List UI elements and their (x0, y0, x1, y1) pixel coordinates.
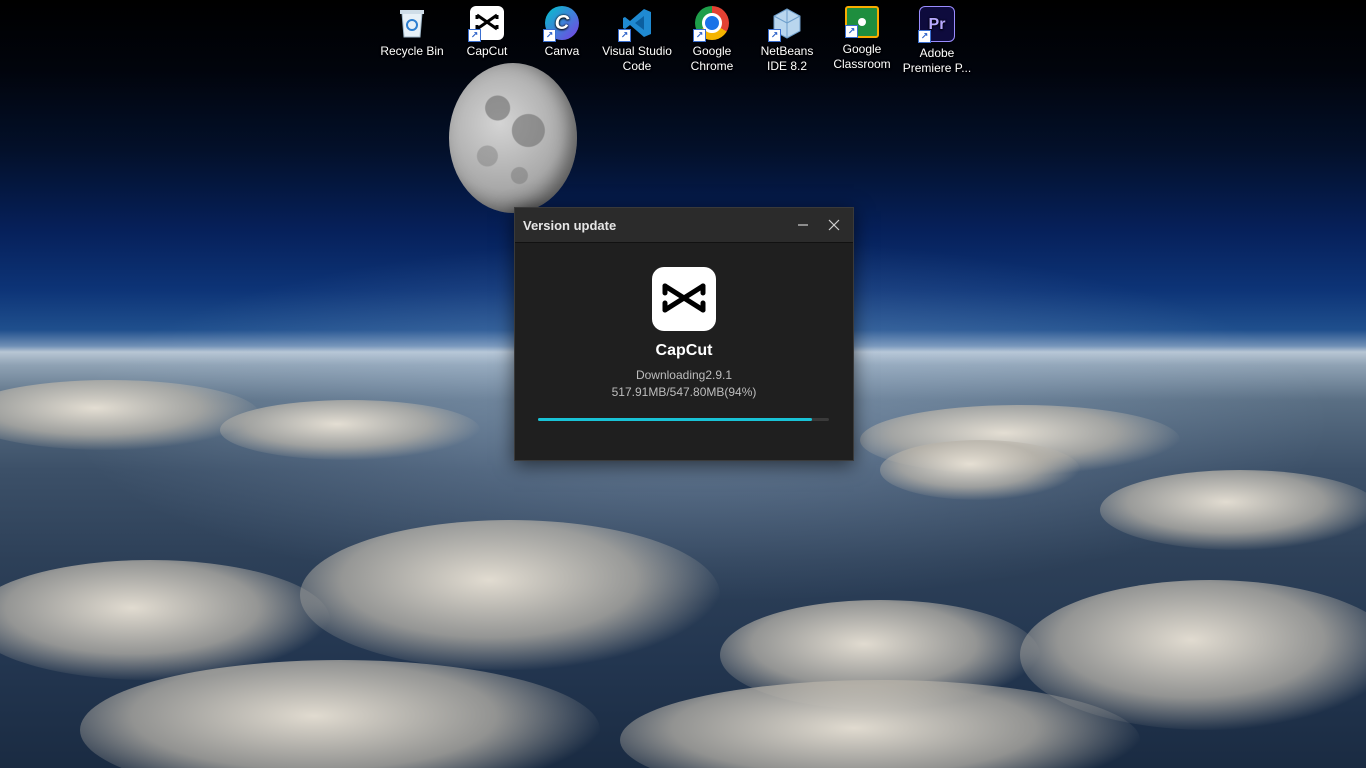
cloud (0, 380, 260, 450)
desktop-icon-google-chrome[interactable]: ↗ Google Chrome (674, 4, 750, 74)
desktop-icon-label: NetBeans IDE 8.2 (760, 44, 814, 73)
premiere-pro-icon: Pr ↗ (918, 6, 955, 43)
vscode-icon: ↗ (618, 6, 654, 42)
desktop-icon-label: Google Classroom (833, 42, 891, 71)
cloud (300, 520, 720, 670)
cloud (860, 405, 1180, 475)
shortcut-arrow-icon: ↗ (768, 29, 781, 42)
cloud (220, 400, 480, 460)
shortcut-arrow-icon: ↗ (693, 29, 706, 42)
minimize-icon (798, 224, 808, 226)
capcut-icon: ↗ (468, 6, 504, 42)
canva-icon: C ↗ (543, 6, 579, 42)
recycle-bin-icon (395, 6, 429, 40)
desktop-icon-netbeans[interactable]: ↗ NetBeans IDE 8.2 (749, 4, 825, 74)
cloud (880, 440, 1080, 500)
close-icon (828, 219, 840, 231)
netbeans-icon: ↗ (768, 6, 804, 42)
desktop-icon-recycle-bin[interactable]: Recycle Bin (374, 4, 450, 59)
chrome-icon: ↗ (693, 6, 729, 42)
download-progress-text: 517.91MB/547.80MB(94%) (611, 385, 757, 399)
desktop-icon-premiere-pro[interactable]: Pr ↗ Adobe Premiere P... (899, 4, 975, 76)
moon (449, 63, 577, 213)
desktop-icon-capcut[interactable]: ↗ CapCut (449, 4, 525, 59)
desktop-icon-label: Adobe Premiere P... (902, 46, 972, 75)
cloud (720, 600, 1040, 710)
desktop-icon-label: Recycle Bin (380, 44, 444, 58)
cloud (1020, 580, 1366, 730)
desktop-icon-google-classroom[interactable]: ↗ Google Classroom (824, 4, 900, 72)
shortcut-arrow-icon: ↗ (543, 29, 556, 42)
desktop-icon-label: CapCut (466, 44, 508, 58)
cloud (80, 660, 600, 768)
shortcut-arrow-icon: ↗ (468, 29, 481, 42)
cloud (620, 680, 1140, 768)
desktop-icon-canva[interactable]: C ↗ Canva (524, 4, 600, 59)
minimize-button[interactable] (788, 210, 818, 240)
shortcut-arrow-icon: ↗ (918, 30, 931, 43)
desktop-icon-label: Canva (544, 44, 580, 58)
desktop-wallpaper: Recycle Bin ↗ CapCut C ↗ Canva ↗ Visual … (0, 0, 1366, 768)
shortcut-arrow-icon: ↗ (845, 25, 858, 38)
version-update-dialog: Version update CapCut Downloading2.9.1 5… (514, 207, 854, 461)
shortcut-arrow-icon: ↗ (618, 29, 631, 42)
dialog-title: Version update (523, 218, 617, 233)
desktop-icon-label: Google Chrome (690, 44, 734, 73)
dialog-titlebar[interactable]: Version update (515, 208, 853, 243)
download-status: Downloading2.9.1 (635, 368, 733, 382)
google-classroom-icon: ↗ (845, 6, 879, 38)
cloud (1100, 470, 1366, 550)
capcut-logo-icon (652, 267, 716, 331)
app-name: CapCut (655, 342, 713, 359)
progress-bar (538, 418, 829, 421)
close-button[interactable] (819, 210, 849, 240)
desktop-icon-visual-studio-code[interactable]: ↗ Visual Studio Code (599, 4, 675, 74)
classroom-person (858, 18, 866, 26)
desktop-icon-label: Visual Studio Code (602, 44, 672, 73)
cloud (0, 560, 330, 680)
progress-bar-fill (538, 418, 812, 421)
